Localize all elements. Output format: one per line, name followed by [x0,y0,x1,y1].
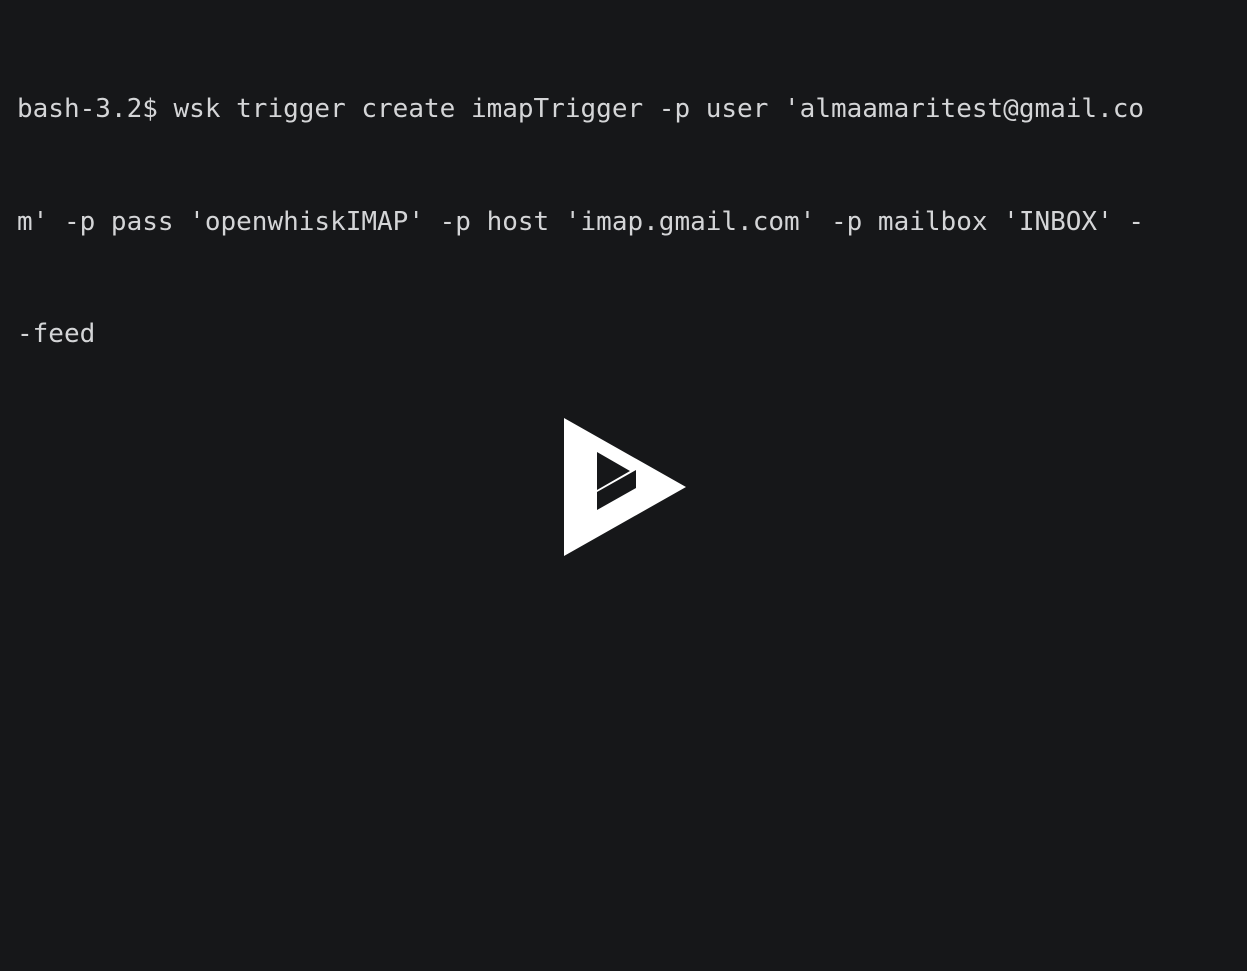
terminal-screencast-player[interactable]: bash-3.2$ wsk trigger create imapTrigger… [0,0,1247,971]
play-triangle-icon[interactable]: Play [563,417,686,556]
play-button-overlay[interactable]: Play [0,0,1247,971]
